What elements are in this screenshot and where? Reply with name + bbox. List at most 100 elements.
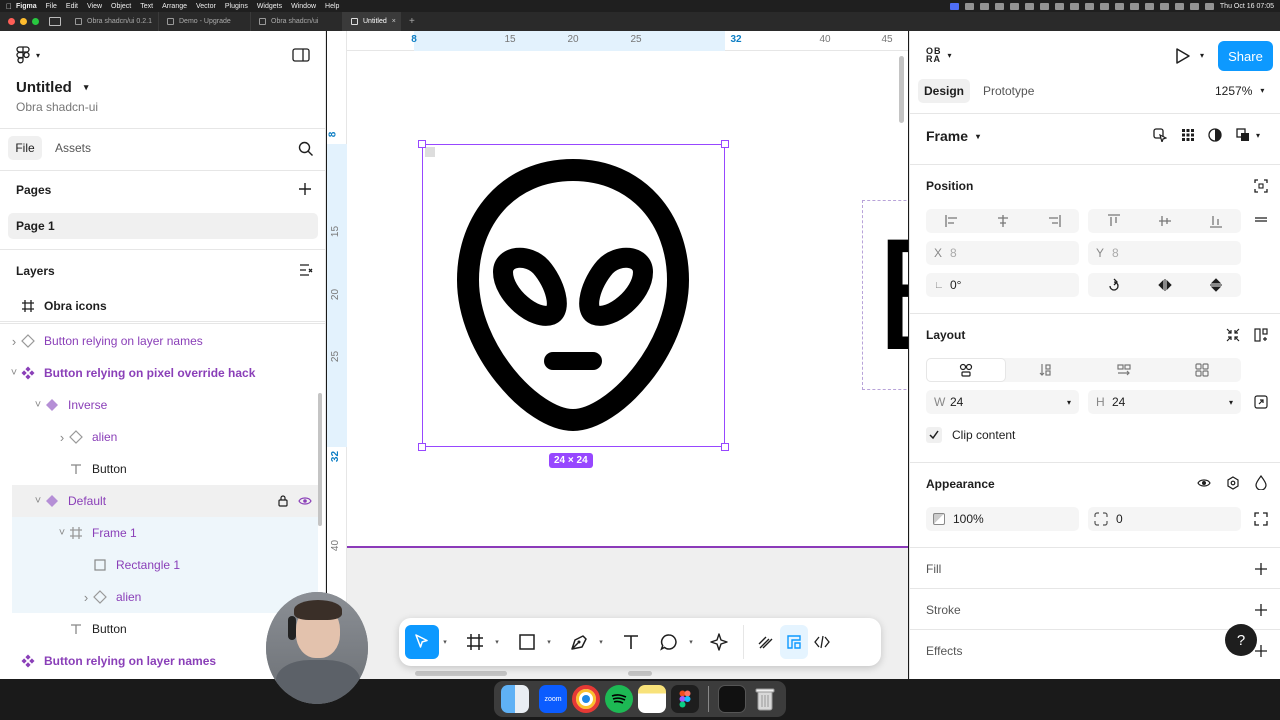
tray-app-icon[interactable] — [1024, 2, 1034, 10]
lock-icon[interactable] — [278, 495, 288, 507]
menu-plugins[interactable]: Plugins — [225, 3, 248, 10]
chevron-right-icon[interactable]: › — [80, 590, 92, 605]
resize-handle[interactable] — [721, 443, 729, 451]
menu-help[interactable]: Help — [325, 3, 339, 10]
layout-freeform-button[interactable] — [926, 358, 1007, 382]
layer-row[interactable]: Obra icons — [0, 290, 325, 322]
resize-to-fit-icon[interactable] — [1226, 328, 1240, 342]
tray-app-icon[interactable] — [1144, 2, 1154, 10]
tray-app-icon[interactable] — [1159, 2, 1169, 10]
tray-app-icon[interactable] — [979, 2, 989, 10]
chevron-right-icon[interactable]: › — [56, 430, 68, 445]
y-field[interactable]: Y 8 — [1088, 241, 1241, 265]
constraints-icon[interactable] — [1254, 179, 1268, 193]
present-button[interactable] — [1175, 47, 1191, 65]
chevron-down-icon[interactable]: ▾ — [439, 638, 451, 646]
close-tab-icon[interactable]: × — [392, 18, 396, 25]
eye-icon[interactable] — [298, 496, 312, 506]
flip-vertical-button[interactable] — [1190, 273, 1241, 297]
tray-app-icon[interactable] — [1129, 2, 1139, 10]
chevron-down-icon[interactable]: ▾ — [543, 638, 555, 646]
collapse-layers-icon[interactable] — [299, 264, 313, 276]
tray-app-icon[interactable] — [1084, 2, 1094, 10]
zoom-window-button[interactable] — [32, 18, 39, 25]
tray-app-icon[interactable] — [1009, 2, 1019, 10]
actions-button[interactable] — [703, 625, 735, 659]
layout-grid-button[interactable] — [1163, 358, 1241, 382]
layer-row[interactable]: › alien — [0, 421, 318, 453]
resize-handle[interactable] — [721, 140, 729, 148]
clip-content-checkbox[interactable]: Clip content — [926, 427, 1015, 443]
canvas-vertical-scrollbar[interactable] — [899, 56, 904, 123]
align-top-button[interactable] — [1088, 209, 1139, 233]
width-field[interactable]: W 24 ▾ — [926, 390, 1079, 414]
menu-file[interactable]: File — [46, 3, 57, 10]
component-icon[interactable] — [1153, 128, 1167, 142]
menu-vector[interactable]: Vector — [196, 3, 216, 10]
file-name-button[interactable]: Untitled ▾ — [16, 79, 88, 96]
tray-app-icon[interactable] — [1054, 2, 1064, 10]
tab-untitled[interactable]: Untitled × — [343, 12, 401, 31]
align-bottom-button[interactable] — [1190, 209, 1241, 233]
notes-icon[interactable] — [638, 685, 666, 713]
blend-mode-icon[interactable] — [1255, 475, 1267, 490]
layer-row[interactable]: Rectangle 1 — [12, 549, 318, 581]
tray-app-icon[interactable] — [1039, 2, 1049, 10]
x-field[interactable]: X 8 — [926, 241, 1079, 265]
tray-app-icon[interactable] — [964, 2, 974, 10]
tray-app-icon[interactable] — [1069, 2, 1079, 10]
align-left-button[interactable] — [926, 209, 977, 233]
home-icon[interactable] — [49, 17, 61, 26]
layer-row[interactable]: ˅ Default — [12, 485, 318, 517]
tab-assets[interactable]: Assets — [55, 141, 91, 155]
tray-screen-record-icon[interactable] — [949, 2, 959, 10]
grid-icon[interactable] — [1181, 128, 1195, 142]
tab-design[interactable]: Design — [918, 79, 970, 103]
close-window-button[interactable] — [8, 18, 15, 25]
zoom-app-icon[interactable]: zoom — [539, 685, 567, 713]
rotation-field[interactable]: ∟ 0° — [926, 273, 1079, 297]
move-tool-button[interactable] — [405, 625, 439, 659]
mask-icon[interactable] — [1208, 128, 1222, 142]
trash-icon[interactable] — [751, 685, 779, 713]
menu-window[interactable]: Window — [291, 3, 316, 10]
tab-prototype[interactable]: Prototype — [983, 84, 1034, 98]
chevron-down-icon[interactable]: ▾ — [491, 638, 503, 646]
eye-icon[interactable] — [1197, 477, 1211, 489]
multiplayer-avatar-button[interactable]: OB RA ▾ — [926, 47, 952, 64]
add-effect-button[interactable] — [1254, 644, 1268, 658]
chevron-down-icon[interactable]: ▾ — [595, 638, 607, 646]
layer-row[interactable]: › Button relying on layer names — [0, 325, 318, 357]
align-middle-button[interactable] — [1139, 209, 1190, 233]
auto-layout-icon[interactable] — [1254, 328, 1268, 342]
layout-vertical-button[interactable] — [1006, 358, 1084, 382]
layout-horizontal-button[interactable] — [1085, 358, 1163, 382]
rotate-button[interactable] — [1088, 273, 1139, 297]
canvas-horizontal-scrollbar[interactable] — [415, 671, 507, 676]
control-center-icon[interactable] — [1204, 2, 1214, 10]
selected-frame[interactable] — [418, 140, 729, 451]
min-max-icon[interactable] — [1254, 395, 1268, 409]
align-center-h-button[interactable] — [977, 209, 1028, 233]
chevron-down-icon[interactable]: ˅ — [32, 399, 44, 411]
draw-mode-button[interactable] — [752, 625, 780, 659]
share-button[interactable]: Share — [1218, 41, 1273, 71]
tray-app-icon[interactable] — [994, 2, 1004, 10]
add-stroke-button[interactable] — [1254, 603, 1268, 617]
minimize-window-button[interactable] — [20, 18, 27, 25]
tab-obra-shadcn[interactable]: Obra shadcn/ui — [251, 12, 343, 31]
menu-edit[interactable]: Edit — [66, 3, 78, 10]
figma-app-icon[interactable] — [671, 685, 699, 713]
pen-tool-button[interactable] — [563, 625, 595, 659]
menubar-clock[interactable]: Thu Oct 16 07:05 — [1220, 3, 1274, 10]
opacity-field[interactable]: 100% — [926, 507, 1079, 531]
flip-horizontal-button[interactable] — [1139, 273, 1190, 297]
wifi-icon[interactable] — [1174, 2, 1184, 10]
text-tool-button[interactable] — [615, 625, 647, 659]
recent-app-icon[interactable] — [718, 685, 746, 713]
independent-corners-icon[interactable] — [1254, 512, 1268, 526]
menu-widgets[interactable]: Widgets — [257, 3, 282, 10]
layers-scrollbar[interactable] — [318, 393, 322, 526]
tray-app-icon[interactable] — [1099, 2, 1109, 10]
chevron-down-icon[interactable]: ˅ — [32, 495, 44, 507]
